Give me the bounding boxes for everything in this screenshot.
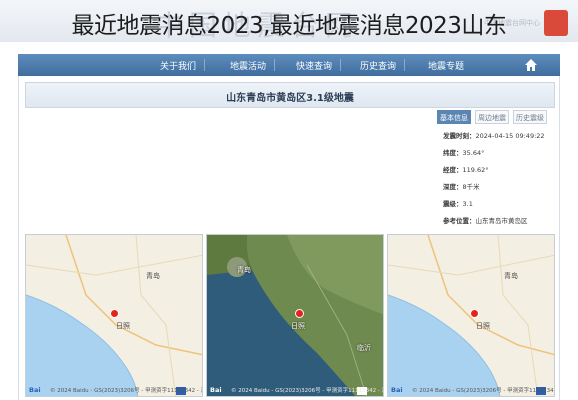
tab-basic-info[interactable]: 基本信息 — [437, 110, 471, 124]
event-title: 山东青岛市黄岛区3.1级地震 — [226, 93, 354, 104]
event-tabs: 基本信息 周边地震 历史震级 — [437, 110, 547, 124]
nav-item-topics[interactable]: 地震专题 — [428, 59, 464, 72]
info-label: 参考位置： — [443, 217, 476, 225]
info-row-depth: 深度：8千米 — [443, 181, 480, 191]
baidu-logo: Bai — [391, 386, 403, 394]
map-city-label: 日照 — [291, 322, 305, 330]
map-city-label: 日照 — [476, 322, 490, 330]
info-label: 深度： — [443, 183, 463, 191]
info-value: 山东青岛市黄岛区 — [475, 217, 528, 225]
nav-divider — [204, 59, 205, 71]
info-value: 3.1 — [462, 200, 473, 208]
info-label: 经度： — [443, 166, 463, 174]
event-page: 山东青岛市黄岛区3.1级地震 基本信息 周边地震 历史震级 发震时刻：2024-… — [18, 76, 560, 400]
map-copyright: © 2024 Baidu - GS(2023)3206号 - 甲测资字11111… — [231, 388, 383, 394]
nav-item-activity[interactable]: 地震活动 — [230, 59, 266, 72]
baidu-logo: Bai — [210, 386, 222, 394]
map-city-label: 临沂 — [357, 344, 371, 352]
nav-item-about[interactable]: 关于我们 — [160, 59, 196, 72]
tab-history[interactable]: 历史震级 — [513, 110, 547, 124]
baidu-logo: Bai — [29, 386, 41, 394]
epicenter-marker[interactable] — [470, 309, 479, 318]
info-row-time: 发震时刻：2024-04-15 09:49:22 — [443, 130, 545, 140]
info-row-location: 参考位置：山东青岛市黄岛区 — [443, 215, 528, 225]
info-value: 119.62° — [462, 166, 489, 174]
tab-nearby-quakes[interactable]: 周边地震 — [475, 110, 509, 124]
epicenter-marker[interactable] — [295, 309, 304, 318]
map-city-label: 日照 — [116, 322, 130, 330]
info-value: 35.64° — [462, 149, 485, 157]
map-city-label: 青岛 — [504, 272, 518, 280]
map-copyright: © 2024 Baidu - GS(2023)3206号 - 甲测资字11111… — [412, 388, 555, 394]
info-row-magnitude: 震级：3.1 — [443, 198, 473, 208]
info-value: 2024-04-15 09:49:22 — [475, 132, 545, 140]
nav-divider — [274, 59, 275, 71]
map-satellite-center[interactable]: 青岛 日照 临沂 Bai © 2024 Baidu - GS(2023)3206… — [206, 234, 384, 397]
event-header: 山东青岛市黄岛区3.1级地震 — [25, 82, 555, 108]
nav-divider — [340, 59, 341, 71]
nav-item-search[interactable]: 快速查询 — [296, 59, 332, 72]
info-label: 震级： — [443, 200, 463, 208]
main-navbar: 关于我们 地震活动 快速查询 历史查询 地震专题 — [18, 54, 560, 76]
map-city-label: 青岛 — [146, 272, 160, 280]
nav-divider — [404, 59, 405, 71]
map-street-left[interactable]: 日照 青岛 Bai © 2024 Baidu - GS(2023)3206号 -… — [25, 234, 203, 397]
info-label: 发震时刻： — [443, 132, 476, 140]
info-row-latitude: 纬度：35.64° — [443, 147, 484, 157]
info-label: 纬度： — [443, 149, 463, 157]
overlay-title: 最近地震消息2023,最近地震消息2023山东 — [71, 13, 507, 39]
nav-item-history[interactable]: 历史查询 — [360, 59, 396, 72]
map-city-label: 青岛 — [237, 266, 251, 274]
epicenter-marker[interactable] — [110, 309, 119, 318]
info-value: 8千米 — [462, 183, 480, 191]
map-copyright: © 2024 Baidu - GS(2023)3206号 - 甲测资字11111… — [50, 388, 202, 394]
map-street-right[interactable]: 日照 青岛 Bai © 2024 Baidu - GS(2023)3206号 -… — [387, 234, 555, 397]
home-icon[interactable] — [524, 58, 538, 72]
info-row-longitude: 经度：119.62° — [443, 164, 489, 174]
